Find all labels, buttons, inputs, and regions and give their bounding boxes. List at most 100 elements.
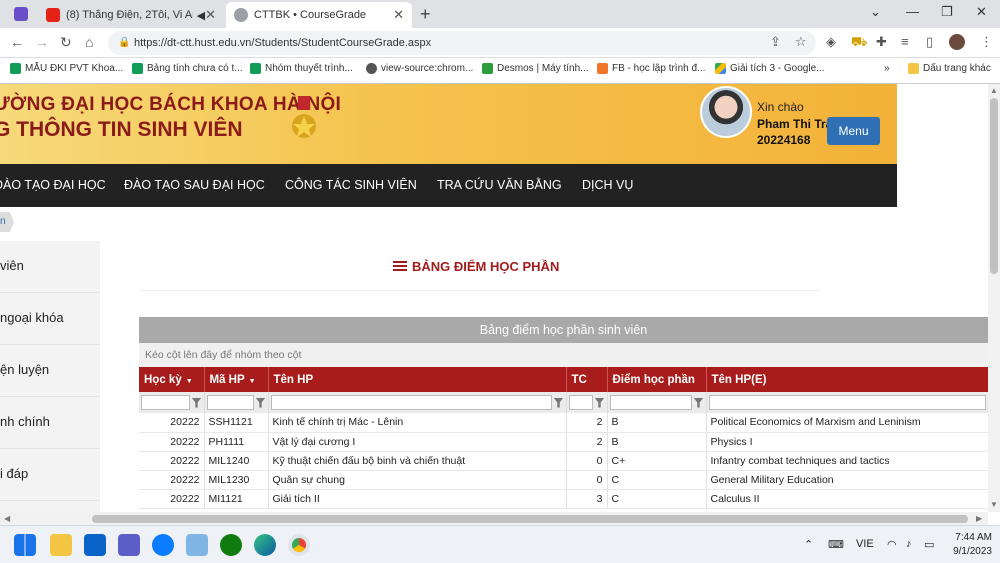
new-tab-button[interactable]: + — [420, 4, 431, 25]
puzzle-icon[interactable]: ✚ — [876, 34, 887, 50]
table-row[interactable]: 20222 PH1111 Vật lý đại cương I 2 B Physics I — [139, 432, 988, 452]
bookmark-item[interactable]: Desmos | Máy tính... — [482, 63, 589, 74]
windows-start-icon[interactable] — [14, 534, 36, 556]
filter-icon[interactable] — [191, 397, 202, 408]
restore-button[interactable]: ❐ — [941, 4, 953, 20]
filter-input-course-name[interactable] — [270, 395, 552, 410]
filter-input-course-name-en[interactable] — [708, 395, 986, 410]
grid-caption: Bảng điểm học phần sinh viên — [139, 317, 988, 343]
column-header-course-code[interactable]: Mã HP ▼ — [204, 367, 269, 392]
nav-item-postgrad[interactable]: ĐÀO TẠO SAU ĐẠI HỌC — [124, 178, 265, 192]
photos-icon[interactable] — [186, 534, 208, 556]
scroll-up-icon[interactable]: ▲ — [990, 86, 998, 95]
volume-icon[interactable]: ♪ — [906, 538, 912, 550]
sidebar-item-training[interactable]: ện luyện — [0, 345, 100, 397]
scroll-right-icon[interactable]: ▶ — [976, 514, 982, 523]
nav-item-undergrad[interactable]: ĐÀO TẠO ĐẠI HỌC — [0, 178, 106, 192]
minimize-button[interactable]: — — [906, 4, 919, 19]
column-header-grade[interactable]: Điểm học phần — [607, 367, 707, 392]
filter-icon[interactable] — [553, 397, 564, 408]
sidebar-item-student[interactable]: viên — [0, 241, 100, 293]
table-row[interactable]: 20222 MIL1230 Quân sự chung 0 C General Milit… — [139, 470, 988, 490]
profile-avatar[interactable] — [949, 34, 965, 50]
wifi-icon[interactable]: ◠ — [887, 538, 897, 551]
language-indicator[interactable]: VIE — [856, 538, 874, 550]
horizontal-scrollbar[interactable]: ◀ ▶ — [0, 512, 988, 525]
scrollbar-thumb[interactable] — [92, 515, 968, 523]
nav-item-student-affairs[interactable]: CÔNG TÁC SINH VIÊN — [285, 178, 417, 192]
table-row[interactable]: 20222 MIL1240 Kỹ thuật chiến đấu bộ binh v… — [139, 451, 988, 471]
filter-icon[interactable] — [255, 397, 266, 408]
sheets-icon — [10, 63, 21, 74]
table-row[interactable]: 20222 MI1121 Giải tích II 3 C Calculus II — [139, 489, 988, 509]
scrollbar-thumb[interactable] — [990, 98, 998, 274]
table-row[interactable]: 20222 SSH1121 Kinh tế chính trị Mác - Lêni… — [139, 413, 988, 433]
tray-chevron-icon[interactable]: ⌃ — [804, 538, 813, 551]
avatar[interactable] — [700, 86, 752, 138]
teams-icon[interactable] — [118, 534, 140, 556]
vertical-scrollbar[interactable]: ▲ ▼ — [988, 84, 1000, 512]
forward-icon[interactable]: → — [35, 34, 49, 50]
scroll-down-icon[interactable]: ▼ — [990, 500, 998, 509]
battery-icon[interactable]: ▭ — [924, 538, 934, 551]
column-header-course-name[interactable]: Tên HP — [268, 367, 567, 392]
nav-item-services[interactable]: DỊCH VỤ — [582, 178, 633, 192]
sort-down-icon: ▼ — [248, 377, 256, 385]
tab-youtube[interactable]: (8) Thắng Điện, 2Tôi, Vi Anh ◀ ✕ — [38, 2, 224, 28]
column-header-course-name-en[interactable]: Tên HP(E) — [706, 367, 988, 392]
column-header-credits[interactable]: TC — [566, 367, 608, 392]
media-icon[interactable]: ≡ — [901, 34, 909, 49]
column-header-semester[interactable]: Học kỳ ▼ — [139, 367, 205, 392]
cart-extension-icon[interactable]: ⛟ — [851, 34, 867, 52]
bookmarks-more[interactable]: » — [884, 63, 890, 74]
system-clock[interactable]: 7:44 AM 9/1/2023 — [944, 531, 992, 559]
filter-input-semester[interactable] — [141, 395, 190, 410]
bookmark-item[interactable]: FB - học lập trình đ... — [597, 63, 705, 74]
divider — [140, 290, 820, 291]
back-icon[interactable]: ← — [10, 34, 24, 50]
bookmark-folder[interactable]: Dấu trang khác — [908, 63, 991, 74]
tab-list-chevron-icon[interactable]: ⌄ — [870, 4, 881, 20]
xbox-icon[interactable] — [220, 534, 242, 556]
close-window-button[interactable]: ✕ — [976, 4, 987, 20]
bookmark-item[interactable]: view-source:chrom... — [366, 63, 473, 74]
share-icon[interactable]: ⇪ — [770, 34, 781, 50]
bookmark-item[interactable]: Giải tích 3 - Google... — [715, 63, 825, 74]
sidebar-item-extracurricular[interactable]: ngoại khóa — [0, 293, 100, 345]
nav-item-diploma-lookup[interactable]: TRA CỨU VĂN BẰNG — [437, 178, 562, 192]
mute-icon[interactable]: ◀ — [197, 9, 205, 22]
filter-input-credits[interactable] — [568, 395, 593, 410]
home-icon[interactable]: ⌂ — [85, 34, 93, 50]
star-icon[interactable]: ☆ — [795, 34, 807, 50]
scroll-left-icon[interactable]: ◀ — [4, 514, 10, 523]
shield-extension-icon[interactable]: ◈ — [826, 34, 836, 50]
bookmark-item[interactable]: Nhóm thuyết trình... — [250, 63, 353, 74]
reload-icon[interactable]: ↻ — [60, 34, 72, 51]
chrome-icon[interactable] — [288, 534, 310, 556]
header-row: Học kỳ ▼ Mã HP ▼ Tên HP TC Điểm học phần T… — [139, 367, 988, 392]
keyboard-icon[interactable]: ⌨ — [828, 538, 844, 551]
edge-icon[interactable] — [254, 534, 276, 556]
filter-icon[interactable] — [594, 397, 605, 408]
sidebar-item-administration[interactable]: nh chính — [0, 397, 100, 449]
bookmark-item[interactable]: Bảng tính chưa có t... — [132, 63, 243, 74]
bookmark-item[interactable]: MẪU ĐKI PVT Khoa... — [10, 63, 123, 74]
breadcrumb[interactable]: n — [0, 212, 14, 232]
close-tab-icon[interactable]: ✕ — [393, 7, 404, 23]
filter-icon[interactable] — [693, 397, 704, 408]
sidebar-item-qa[interactable]: i đáp — [0, 449, 100, 501]
sidepanel-icon[interactable]: ▯ — [926, 34, 933, 50]
filter-input-grade[interactable] — [609, 395, 692, 410]
group-panel[interactable]: Kéo cột lên đây để nhóm theo cột — [139, 343, 988, 367]
tab-coursegrade[interactable]: CTTBK • CourseGrade ✕ — [226, 2, 412, 28]
filter-input-course-code[interactable] — [206, 395, 254, 410]
outlook-icon[interactable] — [84, 534, 106, 556]
close-tab-icon[interactable]: ✕ — [205, 7, 216, 23]
zalo-icon[interactable] — [152, 534, 174, 556]
kebab-menu-icon[interactable]: ⋮ — [980, 34, 993, 50]
tab-search-icon[interactable] — [14, 7, 28, 21]
menu-button[interactable]: Menu — [827, 117, 880, 145]
sidebar: viên ngoại khóa ện luyện nh chính i đáp — [0, 241, 100, 512]
file-explorer-icon[interactable] — [50, 534, 72, 556]
address-bar[interactable]: 🔒 https://dt-ctt.hust.edu.vn/Students/St… — [108, 31, 816, 55]
